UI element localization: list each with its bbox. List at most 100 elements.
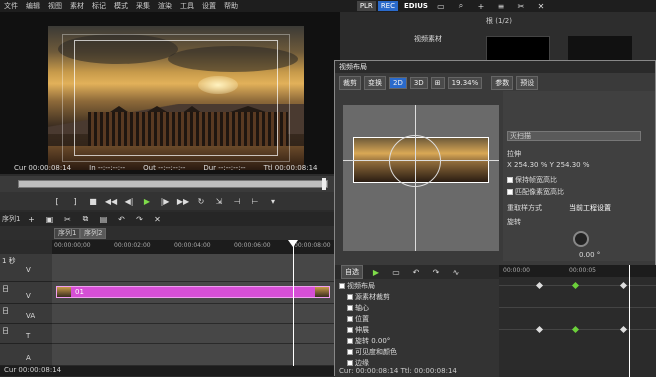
set-in-icon[interactable]: [ (50, 195, 64, 207)
keep-ratio-checkbox[interactable]: 保持帧宽高比 (507, 175, 557, 185)
keyframe-row[interactable]: 位置 (345, 314, 505, 325)
tab-transform[interactable]: 变换 (364, 76, 386, 90)
track-lane[interactable] (52, 254, 340, 282)
bin-folder[interactable]: 视频素材 (414, 34, 442, 44)
menu-file[interactable]: 文件 (4, 1, 18, 11)
paste-icon[interactable]: ▤ (96, 213, 110, 225)
keyframe-row[interactable]: 视频布局 (337, 281, 497, 292)
folder-icon[interactable]: ▭ (434, 0, 448, 12)
output-icon[interactable]: ⇲ (212, 195, 226, 207)
track-lane[interactable] (52, 304, 340, 324)
next-keyframe-icon[interactable]: ↷ (429, 266, 443, 278)
track-header[interactable]: 1 秒 V (0, 254, 52, 282)
prev-keyframe-icon[interactable]: ↶ (409, 266, 423, 278)
rewind-icon[interactable]: ◀◀ (104, 195, 118, 207)
mode-2d-button[interactable]: 2D (389, 77, 407, 89)
menu-tools[interactable]: 工具 (180, 1, 194, 11)
keyframe-marker[interactable] (535, 325, 544, 334)
keyframe-marker[interactable] (571, 281, 580, 290)
loop-icon[interactable]: ↻ (194, 195, 208, 207)
bin-page: 根 (1/2) (486, 17, 512, 25)
track-header[interactable]: 日 T (0, 324, 52, 344)
menu-view[interactable]: 视图 (48, 1, 62, 11)
keyframe-ruler[interactable]: 00:00:00 00:00:05 (499, 265, 656, 277)
copy-icon[interactable]: ⧉ (78, 213, 92, 225)
timeline-playhead[interactable] (288, 240, 298, 376)
tab-parameters[interactable]: 参数 (491, 76, 514, 90)
keyframe-row[interactable]: 伸展 (345, 325, 505, 336)
fast-forward-icon[interactable]: ▶▶ (176, 195, 190, 207)
keyframe-marker[interactable] (571, 325, 580, 334)
tab-presets[interactable]: 预设 (516, 76, 539, 90)
step-back-icon[interactable]: ◀| (122, 195, 136, 207)
scrub-handle[interactable] (322, 178, 326, 190)
more-icon[interactable]: ▾ (266, 195, 280, 207)
menu-capture[interactable]: 采集 (136, 1, 150, 11)
cut-icon[interactable]: ✂ (60, 213, 74, 225)
new-icon[interactable]: + (24, 213, 38, 225)
keyframe-marker[interactable] (619, 325, 628, 334)
scan-mode-select[interactable]: 灭扫描 (507, 131, 641, 141)
tab-crop[interactable]: 裁剪 (339, 76, 361, 90)
add-clip-icon[interactable]: + (474, 0, 488, 12)
overwrite-icon[interactable]: ⊢ (248, 195, 262, 207)
delete-icon[interactable]: ✕ (534, 0, 548, 12)
tab-sequence-2[interactable]: 序列2 (80, 228, 107, 239)
keyframe-row[interactable]: 旋转 0.00° (345, 336, 505, 347)
stretch-values[interactable]: X 254.30 % Y 254.30 % (507, 161, 590, 169)
track-header[interactable]: 日 V (0, 282, 52, 304)
track-header[interactable]: A (0, 344, 52, 366)
undo-icon[interactable]: ↶ (114, 213, 128, 225)
menu-render[interactable]: 渲染 (158, 1, 172, 11)
timeline-toolbar: 序列1 + ▣ ✂ ⧉ ▤ ↶ ↷ ✕ (0, 212, 340, 226)
resample-select[interactable]: 当前工程设置 (569, 203, 611, 213)
search-icon[interactable]: ⌕ (454, 0, 468, 12)
keyframe-row[interactable]: 可见度和颜色 (345, 347, 505, 358)
pixel-ratio-checkbox[interactable]: 匹配像素宽高比 (507, 187, 564, 197)
menu-settings[interactable]: 设置 (202, 1, 216, 11)
delete-icon[interactable]: ✕ (150, 213, 164, 225)
track-lane[interactable] (52, 344, 340, 366)
play-icon[interactable]: ▶ (369, 266, 383, 278)
ruler-tick: 00:00:08:00 (294, 242, 331, 249)
menu-help[interactable]: 帮助 (224, 1, 238, 11)
grid-icon[interactable]: ⊞ (430, 77, 445, 89)
tab-sequence-1[interactable]: 序列1 (54, 228, 81, 239)
menu-marker[interactable]: 标记 (92, 1, 106, 11)
set-out-icon[interactable]: ] (68, 195, 82, 207)
track-header[interactable]: 日 VA (0, 304, 52, 324)
redo-icon[interactable]: ↷ (132, 213, 146, 225)
list-icon[interactable]: ≡ (494, 0, 508, 12)
menu-clip[interactable]: 素材 (70, 1, 84, 11)
keyframe-row[interactable]: 源素材裁剪 (345, 292, 505, 303)
zoom-select[interactable]: 19.34% (447, 77, 483, 89)
scrub-bar[interactable] (0, 176, 340, 192)
keyframe-timeline[interactable]: 00:00:00 00:00:05 (499, 265, 656, 377)
scrub-track[interactable] (18, 180, 328, 188)
resample-label: 重取样方式 (507, 204, 542, 212)
menu-mode[interactable]: 模式 (114, 1, 128, 11)
player-panel (0, 12, 340, 174)
timeline-clip[interactable]: 01 (56, 286, 330, 298)
plr-button[interactable]: PLR (356, 1, 376, 11)
keyframe-marker[interactable] (619, 281, 628, 290)
step-forward-icon[interactable]: |▶ (158, 195, 172, 207)
keyframe-mode-select[interactable]: 自选 (341, 265, 363, 279)
save-icon[interactable]: ▣ (42, 213, 56, 225)
insert-icon[interactable]: ⊣ (230, 195, 244, 207)
cut-icon[interactable]: ✂ (514, 0, 528, 12)
menu-edit[interactable]: 编辑 (26, 1, 40, 11)
keyframe-row[interactable]: 轴心 (345, 303, 505, 314)
track-lane[interactable] (52, 324, 340, 344)
keyframe-marker[interactable] (535, 281, 544, 290)
keyframe-playhead[interactable] (629, 265, 630, 377)
stop-icon[interactable]: ■ (86, 195, 100, 207)
play-icon[interactable]: ▶ (140, 195, 154, 207)
layout-preview[interactable] (343, 105, 499, 251)
rotation-guide (389, 135, 441, 187)
monitor-icon[interactable]: ▭ (389, 266, 403, 278)
mode-3d-button[interactable]: 3D (409, 77, 428, 89)
rotation-knob[interactable] (573, 231, 589, 247)
graph-icon[interactable]: ∿ (449, 266, 463, 278)
rec-button[interactable]: REC (377, 1, 398, 11)
